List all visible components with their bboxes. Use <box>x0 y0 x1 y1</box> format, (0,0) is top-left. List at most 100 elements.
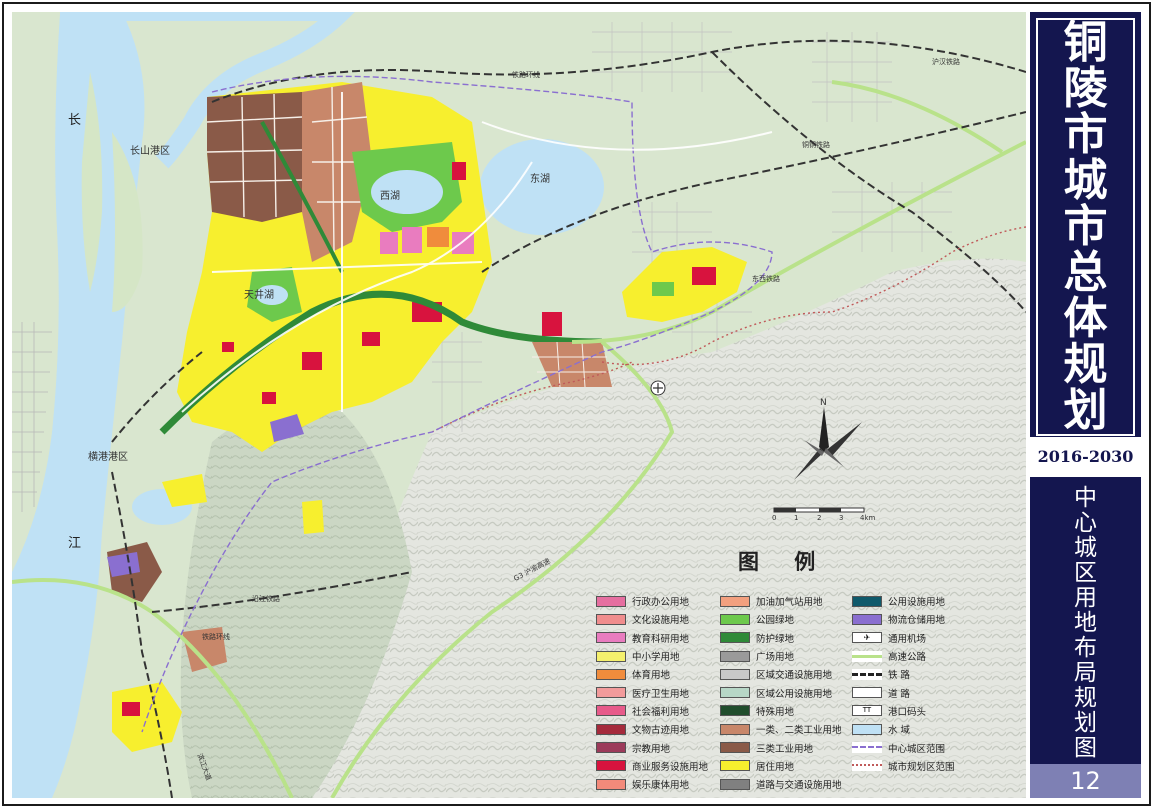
legend-label: 宗教用地 <box>632 743 671 755</box>
legend-label: 医疗卫生用地 <box>632 688 690 700</box>
subtitle-char: 规 <box>1074 684 1097 711</box>
title-char: 规 <box>1063 339 1108 390</box>
map-label-rail-1: 铁路环线 <box>512 71 540 79</box>
legend-item: 行政办公用地 <box>596 592 708 610</box>
airport-symbol <box>650 380 666 396</box>
legend-swatch <box>720 650 750 662</box>
sports-block <box>427 227 449 247</box>
scale-tick-1: 1 <box>794 514 799 522</box>
legend-column-3: 公用设施用地 物流仓储用地 ✈ 通用机场 高速公路 铁 路 道 路 TT 港口码头 … <box>852 592 955 775</box>
legend-swatch <box>852 595 882 607</box>
title-char: 铜 <box>1063 17 1108 68</box>
legend-item: 文化设施用地 <box>596 610 708 628</box>
scale-bar <box>773 507 865 513</box>
legend-item: 文物古迹用地 <box>596 720 708 738</box>
legend-swatch <box>596 778 626 790</box>
legend-item: 体育用地 <box>596 665 708 683</box>
legend-label: 社会福利用地 <box>632 706 690 718</box>
legend-swatch <box>720 687 750 699</box>
main-title: 铜 陵 市 城 市 总 体 规 划 <box>1036 18 1135 436</box>
legend-swatch <box>596 595 626 607</box>
legend-item: 三类工业用地 <box>720 738 842 756</box>
edu-block-1 <box>380 232 398 254</box>
legend-swatch <box>720 613 750 625</box>
subtitle-char: 地 <box>1074 609 1097 636</box>
legend-label: 区域公用设施用地 <box>756 688 833 700</box>
legend-swatch <box>720 778 750 790</box>
title-panel: 铜 陵 市 城 市 总 体 规 划 2016-2030年 中 心 城 区 用 地… <box>1030 12 1141 798</box>
subtitle-char: 图 <box>1074 734 1097 761</box>
subtitle-char: 局 <box>1074 659 1097 686</box>
legend-item: 区域交通设施用地 <box>720 665 842 683</box>
legend-item: 道路与交通设施用地 <box>720 775 842 793</box>
subtitle-char: 用 <box>1074 584 1097 611</box>
subtitle-char: 区 <box>1074 559 1097 586</box>
subtitle-char: 城 <box>1074 534 1097 561</box>
legend-label: 道路与交通设施用地 <box>756 780 842 792</box>
legend-label: 居住用地 <box>756 761 795 773</box>
title-char: 划 <box>1063 385 1108 436</box>
subtitle-char: 心 <box>1074 509 1097 536</box>
legend-label: 广场用地 <box>756 652 795 664</box>
plan-years: 2016-2030年 <box>1030 437 1141 506</box>
title-char: 总 <box>1063 247 1108 298</box>
map-label-rail-6: 沿江铁路 <box>252 595 280 603</box>
title-char: 市 <box>1063 201 1108 252</box>
legend-item: 娱乐康体用地 <box>596 775 708 793</box>
legend-label: 一类、二类工业用地 <box>756 725 842 737</box>
legend-swatch <box>596 668 626 680</box>
subtitle-char: 布 <box>1074 634 1097 661</box>
industrial-north <box>207 92 302 222</box>
legend-item: 特殊用地 <box>720 702 842 720</box>
south-commercial <box>122 702 140 716</box>
legend-item: 防护绿地 <box>720 629 842 647</box>
legend-swatch <box>596 760 626 772</box>
legend-item: 中小学用地 <box>596 647 708 665</box>
map-label-rail-5: 东西铁路 <box>752 275 780 283</box>
legend-label: 道 路 <box>888 688 911 700</box>
legend-label: 中心城区范围 <box>888 743 946 755</box>
map-label-east-lake: 东湖 <box>530 174 550 185</box>
legend-label: 区域交通设施用地 <box>756 670 833 682</box>
land-use-map: 长 江 长山港区 西湖 东湖 天井湖 横港港区 铁路环线 铁路环线 铜铜铁路 沪… <box>12 12 1026 798</box>
legend-item: 中心城区范围 <box>852 738 955 756</box>
legend-swatch <box>720 595 750 607</box>
legend-item: 公用设施用地 <box>852 592 955 610</box>
map-label-rail-2: 铁路环线 <box>202 633 230 641</box>
legend-swatch <box>596 723 626 735</box>
legend-item: 区域公用设施用地 <box>720 683 842 701</box>
legend-label: 城市规划区范围 <box>888 761 955 773</box>
legend-item: 高速公路 <box>852 647 955 665</box>
legend-swatch <box>596 650 626 662</box>
legend-swatch <box>720 705 750 717</box>
map-label-tianjing-lake: 天井湖 <box>244 290 274 301</box>
legend-item: 宗教用地 <box>596 738 708 756</box>
legend-label: 加油加气站用地 <box>756 597 823 609</box>
legend-label: 通用机场 <box>888 633 927 645</box>
map-label-jiang: 江 <box>68 536 82 551</box>
legend-label: 物流仓储用地 <box>888 615 946 627</box>
east-park <box>652 282 674 296</box>
legend-swatch <box>720 742 750 754</box>
legend-item: 一类、二类工业用地 <box>720 720 842 738</box>
legend-item: 城市规划区范围 <box>852 757 955 775</box>
legend-item: 居住用地 <box>720 757 842 775</box>
legend-column-2: 加油加气站用地 公园绿地 防护绿地 广场用地 区域交通设施用地 区域公用设施用地… <box>720 592 842 793</box>
legend-label: 水 域 <box>888 725 911 737</box>
legend-swatch <box>596 613 626 625</box>
legend-item: 道 路 <box>852 683 955 701</box>
legend-item: 教育科研用地 <box>596 629 708 647</box>
legend-label: 体育用地 <box>632 670 671 682</box>
legend-item: TT 港口码头 <box>852 702 955 720</box>
legend-label: 特殊用地 <box>756 706 795 718</box>
legend-swatch <box>720 760 750 772</box>
legend-swatch <box>852 723 882 735</box>
legend-label: 行政办公用地 <box>632 597 690 609</box>
legend-item: 商业服务设施用地 <box>596 757 708 775</box>
airport-legend-icon: ✈ <box>852 632 882 644</box>
map-subtitle: 中 心 城 区 用 地 布 局 规 划 图 <box>1036 484 1135 762</box>
legend-swatch <box>720 632 750 644</box>
subtitle-char: 划 <box>1074 709 1097 736</box>
south-residential-3 <box>302 500 324 534</box>
east-commercial <box>692 267 716 285</box>
